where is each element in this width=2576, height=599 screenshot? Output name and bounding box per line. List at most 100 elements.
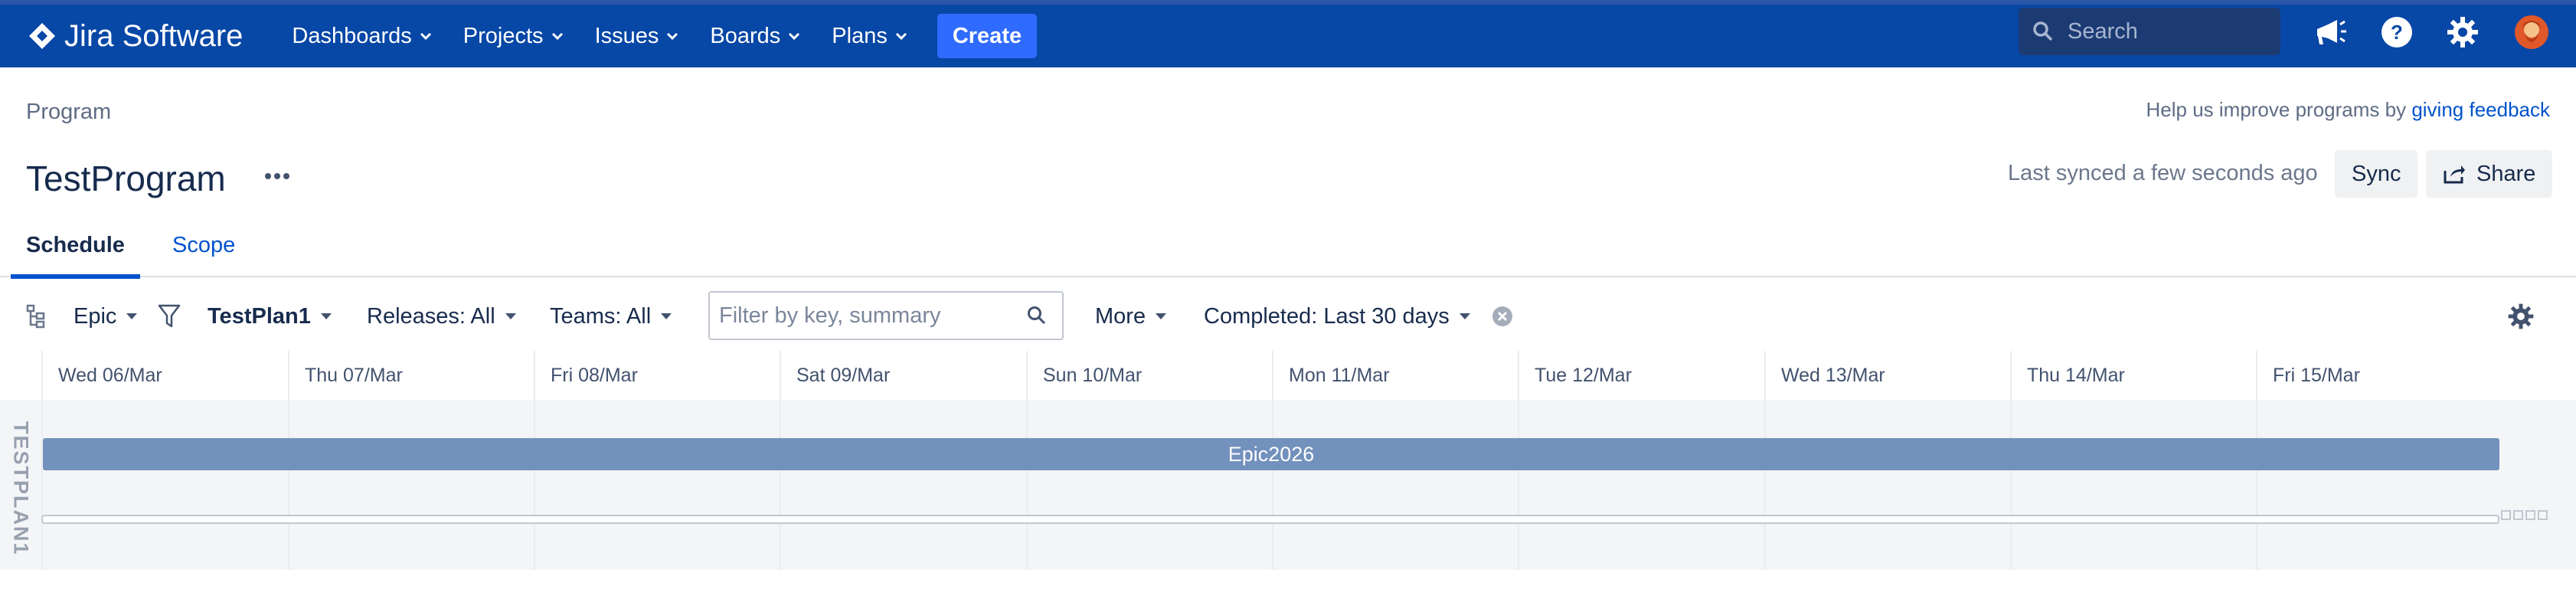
- feedback-message: Help us improve programs by giving feedb…: [2146, 98, 2551, 122]
- plan-label: TestPlan1: [208, 303, 311, 329]
- gear-icon: [2447, 17, 2478, 47]
- tab-schedule[interactable]: Schedule: [11, 233, 140, 279]
- date-header: Thu 07/Mar: [288, 351, 403, 400]
- megaphone-icon: [2317, 20, 2346, 44]
- caret-down-icon: [661, 313, 672, 319]
- day-column: [780, 400, 781, 570]
- create-button[interactable]: Create: [937, 14, 1038, 58]
- date-header: Sat 09/Mar: [780, 351, 890, 400]
- date-header: Mon 11/Mar: [1272, 351, 1390, 400]
- nav-dashboards[interactable]: Dashboards: [289, 13, 434, 59]
- date-header: Sun 10/Mar: [1026, 351, 1142, 400]
- share-label: Share: [2476, 161, 2536, 186]
- nav-label: Issues: [594, 23, 659, 48]
- brand-name: Jira Software: [64, 18, 244, 53]
- caret-down-icon: [126, 313, 138, 319]
- day-column: [1272, 400, 1273, 570]
- chevron-down-icon: [667, 32, 678, 40]
- giving-feedback-link[interactable]: giving feedback: [2411, 98, 2550, 121]
- plan-row-label-text: TESTPLAN1: [9, 421, 33, 556]
- day-column: [41, 400, 43, 570]
- day-column: [1764, 400, 1766, 570]
- help-icon: ?: [2381, 17, 2412, 47]
- more-dropdown[interactable]: More: [1095, 291, 1167, 342]
- caret-down-icon: [1459, 313, 1470, 319]
- more-actions-button[interactable]: [260, 161, 294, 191]
- clear-icon: [1492, 306, 1512, 326]
- releases-label: Releases: All: [367, 303, 495, 329]
- date-header: Wed 13/Mar: [1764, 351, 1885, 400]
- user-avatar-icon: [2515, 15, 2548, 49]
- search-input[interactable]: Search: [2019, 8, 2280, 55]
- hierarchy-icon: [26, 304, 45, 329]
- caret-down-icon: [1156, 313, 1167, 319]
- nav-issues[interactable]: Issues: [592, 13, 682, 59]
- date-header: Wed 06/Mar: [41, 351, 162, 400]
- date-header: Fri 08/Mar: [534, 351, 638, 400]
- help-button[interactable]: ?: [2377, 12, 2417, 52]
- plan-toolbar: Epic TestPlan1 Releases: All Teams: All …: [0, 291, 2576, 342]
- search-icon: [1028, 306, 1046, 325]
- nav-boards[interactable]: Boards: [707, 13, 803, 59]
- tab-scope[interactable]: Scope: [172, 233, 235, 277]
- nav-label: Plans: [832, 23, 888, 48]
- filter-by-key-input[interactable]: Filter by key, summary: [708, 291, 1064, 340]
- date-header-row: Wed 06/Mar Thu 07/Mar Fri 08/Mar Sat 09/…: [0, 351, 2576, 400]
- page-title: TestProgram: [26, 159, 226, 198]
- svg-text:?: ?: [2391, 21, 2403, 44]
- releases-dropdown[interactable]: Releases: All: [367, 291, 517, 342]
- filter-button[interactable]: [158, 291, 181, 342]
- search-icon: [2033, 21, 2053, 41]
- teams-label: Teams: All: [550, 303, 652, 329]
- date-header: Thu 14/Mar: [2010, 351, 2125, 400]
- caret-down-icon: [320, 313, 332, 319]
- clear-completed-button[interactable]: [1492, 291, 1513, 342]
- settings-button[interactable]: [2443, 12, 2483, 52]
- date-header: Tue 12/Mar: [1518, 351, 1632, 400]
- share-icon: [2444, 165, 2465, 184]
- day-column: [1026, 400, 1028, 570]
- nav-plans[interactable]: Plans: [829, 13, 910, 59]
- sync-button[interactable]: Sync: [2335, 150, 2418, 198]
- day-column: [2010, 400, 2012, 570]
- breadcrumb[interactable]: Program: [26, 100, 111, 125]
- notifications-button[interactable]: [2311, 12, 2351, 52]
- epic-bar[interactable]: Epic2026: [43, 438, 2499, 470]
- completed-dropdown[interactable]: Completed: Last 30 days: [1204, 291, 1471, 342]
- sync-status: Last synced a few seconds ago: [2008, 161, 2318, 185]
- hierarchy-toggle[interactable]: [26, 291, 46, 342]
- timeline-scrollbar[interactable]: [41, 515, 2499, 524]
- chevron-down-icon: [895, 32, 907, 40]
- teams-dropdown[interactable]: Teams: All: [550, 291, 672, 342]
- nav-label: Dashboards: [292, 23, 412, 48]
- day-column: [2256, 400, 2257, 570]
- view-settings-button[interactable]: [2507, 291, 2535, 342]
- filter-icon: [158, 304, 181, 328]
- search-placeholder: Search: [2068, 18, 2138, 44]
- share-button[interactable]: Share: [2426, 150, 2553, 198]
- tab-bar: Schedule Scope: [0, 222, 2576, 279]
- completed-label: Completed: Last 30 days: [1204, 303, 1450, 329]
- caret-down-icon: [505, 313, 516, 319]
- avatar[interactable]: [2512, 12, 2551, 52]
- plan-row-label: TESTPLAN1: [0, 400, 41, 570]
- timeline-grid: TESTPLAN1 Epic2026: [0, 400, 2576, 570]
- hierarchy-level-dropdown[interactable]: Epic: [74, 291, 138, 342]
- day-column: [1518, 400, 1519, 570]
- nav-projects[interactable]: Projects: [460, 13, 567, 59]
- nav-label: Projects: [463, 23, 544, 48]
- hierarchy-level-label: Epic: [74, 303, 117, 329]
- date-header: Fri 15/Mar: [2256, 351, 2360, 400]
- plan-dropdown[interactable]: TestPlan1: [208, 291, 332, 342]
- chevron-down-icon: [551, 32, 563, 40]
- feedback-text: Help us improve programs by: [2146, 98, 2412, 121]
- chevron-down-icon: [789, 32, 800, 40]
- filter-placeholder: Filter by key, summary: [719, 303, 941, 328]
- schedule-timeline: Wed 06/Mar Thu 07/Mar Fri 08/Mar Sat 09/…: [0, 351, 2576, 570]
- more-dots-icon: [265, 173, 289, 179]
- jira-diamond-icon: [29, 23, 55, 49]
- jira-logo[interactable]: Jira Software: [28, 13, 243, 59]
- day-column: [288, 400, 289, 570]
- gear-icon: [2508, 303, 2534, 329]
- nav-label: Boards: [710, 23, 781, 48]
